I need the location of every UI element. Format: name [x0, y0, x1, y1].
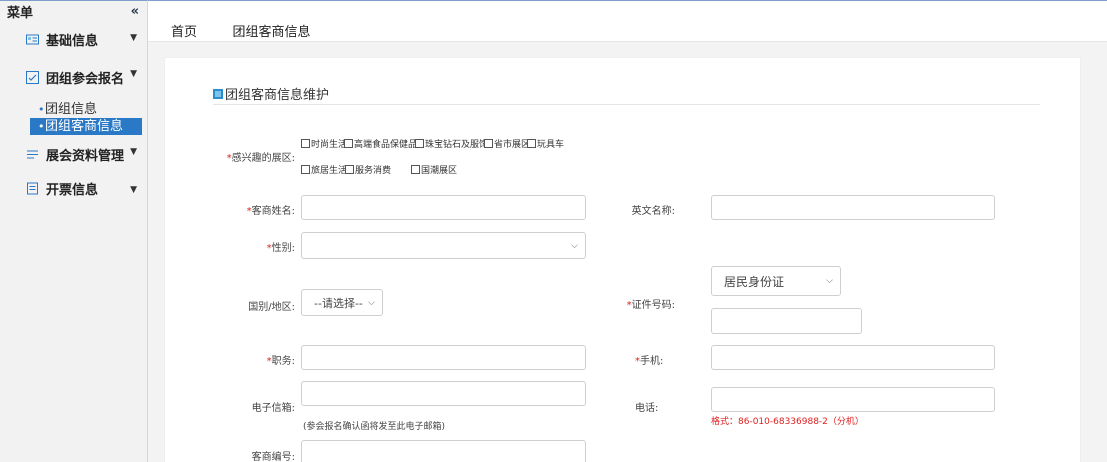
interest-checkbox-travel[interactable]: 旅居生活: [301, 163, 347, 176]
gender-label: *性别:: [266, 243, 295, 254]
interest-checkbox-services[interactable]: 服务消费: [345, 163, 391, 176]
chevron-down-icon: ▼: [130, 33, 137, 43]
document-icon: [27, 150, 38, 158]
email-label: 电子信箱:: [251, 403, 295, 414]
chevron-down-icon: ▼: [130, 69, 137, 79]
position-label: *职务:: [266, 356, 295, 367]
tab-bar: 首页 团组客商信息: [148, 0, 1107, 46]
interest-checkbox-guochao[interactable]: 国潮展区: [411, 163, 457, 176]
sidebar-group-label: 开票信息: [46, 182, 99, 198]
mobile-label: *手机:: [635, 356, 664, 367]
collapse-sidebar-button[interactable]: «: [131, 4, 139, 19]
interest-label: *感兴趣的展区:: [226, 153, 295, 164]
chevron-down-icon: ⌵: [826, 276, 833, 286]
id-number-label: *证件号码:: [626, 300, 675, 311]
checkbox[interactable]: [301, 139, 310, 148]
sidebar-item-group-customer-info[interactable]: 团组客商信息: [30, 118, 142, 135]
id-type-select-value: 居民身份证: [724, 274, 785, 289]
checkbox[interactable]: [411, 165, 420, 174]
form-panel: 团组客商信息维护 *感兴趣的展区: 时尚生活 高端食品保健品 珠宝钻石及服饰 省…: [164, 57, 1081, 462]
checkbox[interactable]: [344, 139, 353, 148]
sidebar: 菜单 « 基础信息 ▼ 团组参会报名 ▼ 团组信息 团组客商信息 展会资料管理 …: [0, 0, 148, 462]
interest-checkbox-toy-car[interactable]: 玩具车: [527, 137, 564, 150]
sidebar-group-label: 团组参会报名: [46, 71, 125, 87]
id-type-select[interactable]: 居民身份证 ⌵: [711, 266, 841, 296]
divider: [213, 104, 1040, 105]
phone-format-hint: 格式：86-010-68336988-2（分机）: [711, 417, 864, 427]
interest-checkbox-food[interactable]: 高端食品保健品: [344, 137, 417, 150]
email-hint: (参会报名确认函将发至此电子邮箱): [303, 422, 446, 432]
chevron-down-icon: ⌵: [571, 240, 578, 251]
section-icon: [213, 88, 223, 99]
form-title-text: 团组客商信息维护: [225, 88, 330, 103]
invoice-icon: [27, 182, 38, 194]
form-title: 团组客商信息维护: [213, 84, 329, 103]
chevron-down-icon: ▼: [130, 147, 137, 157]
country-label: 国别/地区:: [248, 302, 295, 313]
phone-input[interactable]: [711, 387, 995, 412]
checkbox[interactable]: [345, 165, 354, 174]
checkbox[interactable]: [527, 139, 536, 148]
id-number-input[interactable]: [711, 308, 862, 334]
sidebar-group-invoice[interactable]: 开票信息 ▼: [0, 173, 147, 203]
sidebar-header: 菜单 «: [0, 1, 147, 21]
email-input[interactable]: [301, 381, 586, 406]
country-select-value: --请选择--: [314, 296, 363, 310]
checkbox[interactable]: [301, 165, 310, 174]
sidebar-group-label: 基础信息: [46, 33, 99, 49]
english-name-label: 英文名称:: [631, 206, 675, 217]
mobile-input[interactable]: [711, 345, 995, 370]
sidebar-title: 菜单: [7, 5, 34, 21]
country-select[interactable]: --请选择-- ⌵: [301, 289, 383, 316]
id-card-icon: [26, 34, 39, 44]
phone-label: 电话:: [635, 403, 659, 414]
content-area: 团组客商信息维护 *感兴趣的展区: 时尚生活 高端食品保健品 珠宝钻石及服饰 省…: [148, 42, 1107, 462]
chevron-down-icon: ▼: [130, 185, 137, 195]
gender-select[interactable]: ⌵: [301, 232, 586, 259]
chevron-down-icon: ⌵: [368, 297, 375, 308]
form-icon: [26, 70, 39, 84]
interest-checkbox-provincial[interactable]: 省市展区: [484, 137, 530, 150]
sidebar-group-basic-info[interactable]: 基础信息 ▼: [0, 21, 147, 57]
position-input[interactable]: [301, 345, 586, 370]
sidebar-group-exhibition-materials[interactable]: 展会资料管理 ▼: [0, 135, 147, 173]
checkbox[interactable]: [484, 139, 493, 148]
customer-name-input[interactable]: [301, 195, 586, 220]
sidebar-group-registration[interactable]: 团组参会报名 ▼: [0, 57, 147, 97]
customer-name-label: *客商姓名:: [246, 206, 295, 217]
checkbox[interactable]: [415, 139, 424, 148]
customer-number-input[interactable]: [301, 440, 586, 462]
interest-checkbox-jewelry[interactable]: 珠宝钻石及服饰: [415, 137, 488, 150]
sidebar-group-label: 展会资料管理: [46, 148, 125, 164]
english-name-input[interactable]: [711, 195, 995, 220]
customer-number-label: 客商编号:: [251, 452, 295, 462]
sidebar-item-group-info[interactable]: 团组信息: [0, 101, 147, 118]
interest-checkbox-fashion[interactable]: 时尚生活: [301, 137, 347, 150]
tab-home[interactable]: 首页: [171, 21, 197, 40]
